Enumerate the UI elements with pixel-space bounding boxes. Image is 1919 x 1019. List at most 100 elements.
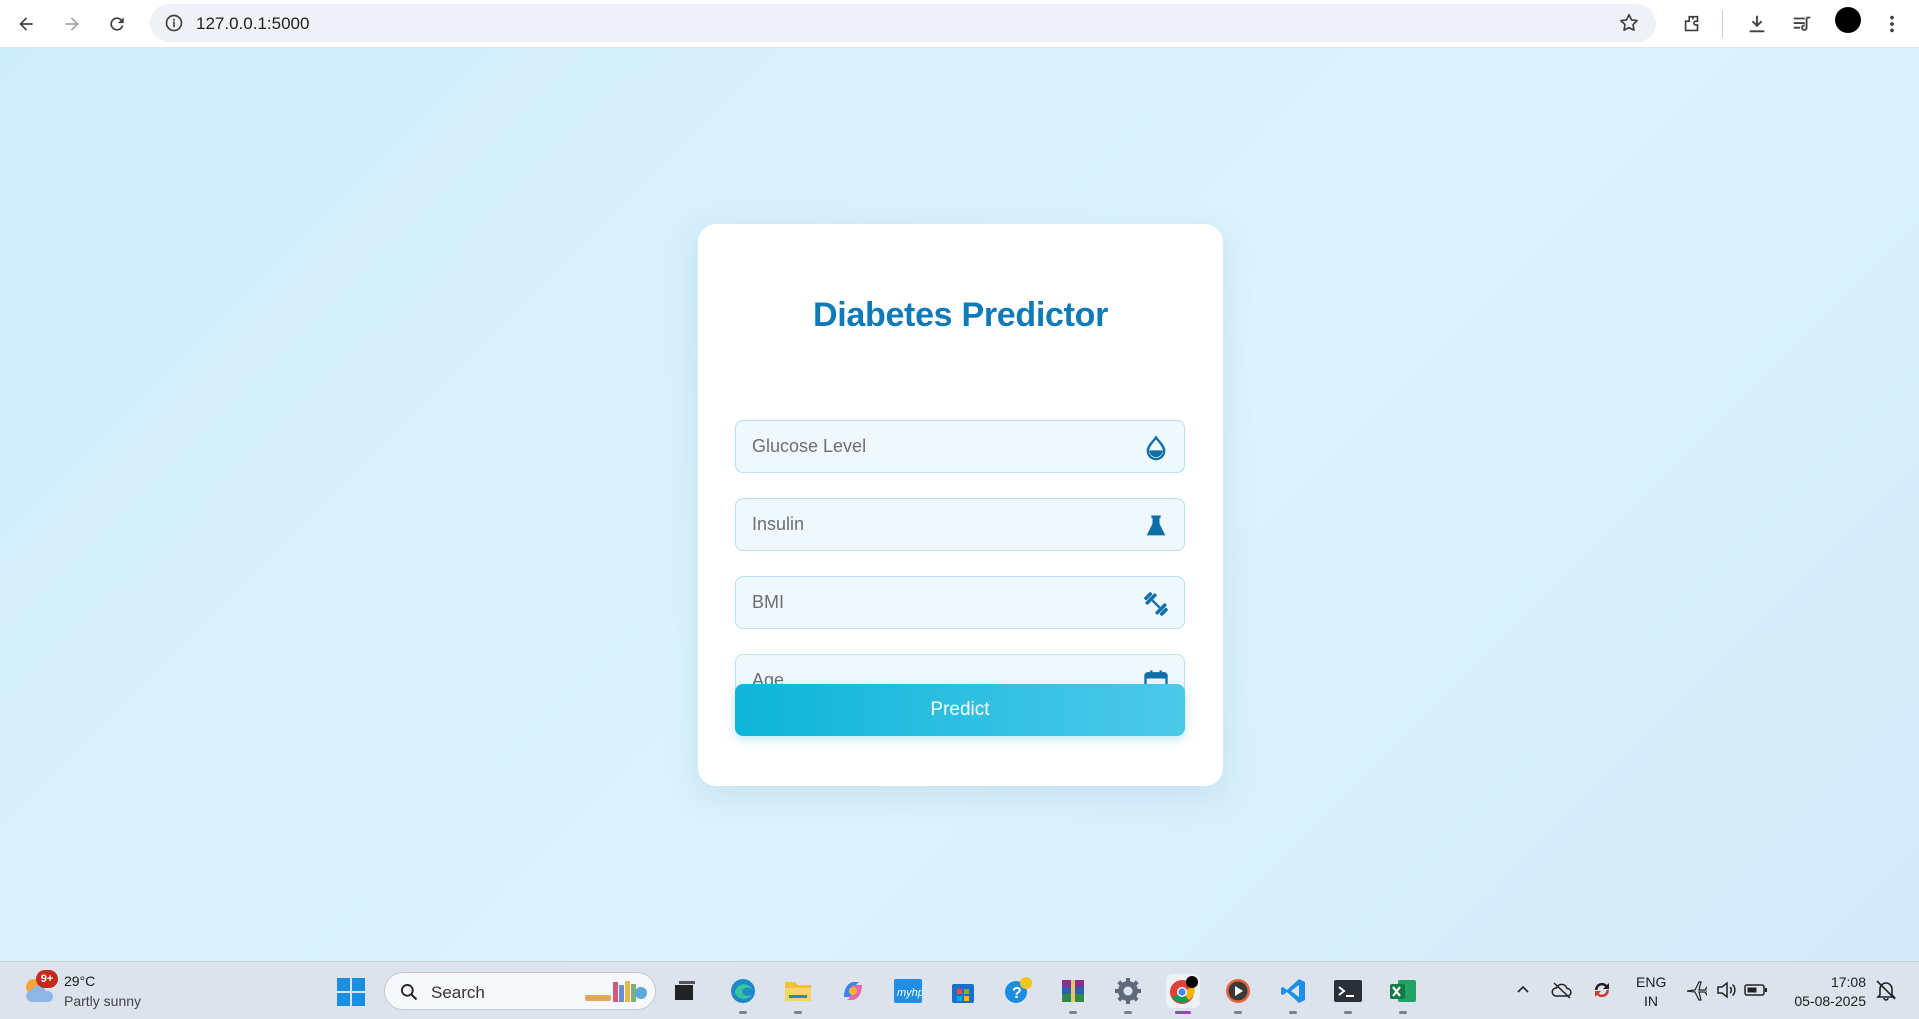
taskbar-edge[interactable]: [726, 974, 760, 1014]
sync-icon: [1594, 982, 1610, 998]
running-indicator: [1234, 1011, 1242, 1014]
more-menu-button[interactable]: [1876, 8, 1908, 40]
edge-icon: [731, 979, 755, 1003]
running-indicator: [739, 1011, 747, 1014]
battery-icon: [1744, 984, 1767, 996]
insulin-input[interactable]: [736, 499, 1184, 550]
bmi-field[interactable]: [735, 576, 1185, 629]
more-menu-icon: [1890, 15, 1894, 33]
taskbar-chrome[interactable]: [1166, 974, 1200, 1014]
windows-start-icon[interactable]: [336, 977, 366, 1007]
toolbar-divider: [1722, 10, 1723, 38]
predict-button[interactable]: Predict: [735, 684, 1185, 736]
input-language[interactable]: ENG IN: [1636, 973, 1666, 1011]
chevron-up-icon: [1517, 985, 1529, 993]
glucose-input[interactable]: [736, 421, 1184, 472]
taskbar-excel[interactable]: [1386, 974, 1420, 1014]
show-hidden-icons-button[interactable]: [1511, 978, 1535, 1002]
media-controls-icon: [1793, 16, 1811, 31]
weather-temperature: 29°C: [64, 973, 96, 989]
glucose-field[interactable]: [735, 420, 1185, 473]
download-icon: [1749, 15, 1765, 33]
file-explorer-icon: [785, 982, 811, 1001]
airplane-mode-button[interactable]: [1684, 978, 1708, 1002]
running-indicator: [1289, 1011, 1297, 1014]
running-indicator: [1175, 1011, 1191, 1014]
language-code: ENG: [1636, 974, 1667, 990]
notification-badge: 9+: [36, 970, 58, 988]
help-icon: ?: [1005, 977, 1032, 1003]
taskbar-terminal[interactable]: [1331, 974, 1365, 1014]
profile-avatar[interactable]: [1835, 7, 1861, 33]
reload-button[interactable]: [99, 6, 135, 42]
store-icon: [952, 984, 974, 1003]
notification-bell-icon: [1876, 980, 1896, 1001]
taskbar-copilot[interactable]: [836, 974, 870, 1008]
bookmark-star-icon[interactable]: [1618, 12, 1640, 34]
taskbar-myhp[interactable]: myhp: [891, 974, 925, 1008]
back-icon: [19, 17, 33, 31]
running-indicator: [1399, 1011, 1407, 1014]
flask-icon: [1146, 515, 1166, 536]
battery-button[interactable]: [1744, 978, 1768, 1002]
page-background: Diabetes Predictor Glucose Level Insulin…: [0, 48, 1919, 961]
clock-date: 05-08-2025: [1794, 993, 1866, 1009]
dumbbell-icon: [1144, 592, 1168, 616]
taskbar-help[interactable]: ?: [1001, 974, 1035, 1008]
downloads-button[interactable]: [1741, 8, 1773, 40]
running-indicator: [1124, 1011, 1132, 1014]
weather-description: Partly sunny: [64, 993, 142, 1009]
site-info-icon[interactable]: [164, 13, 184, 33]
address-bar[interactable]: 127.0.0.1:5000: [150, 4, 1656, 42]
excel-icon: [1390, 980, 1416, 1002]
svg-text:myhp: myhp: [897, 987, 923, 999]
taskbar: 9+ 29°C Partly sunny Search myhp ? ENG I…: [0, 961, 1919, 1019]
page-title: Diabetes Predictor: [812, 296, 1109, 334]
search-label: Search: [431, 983, 485, 1002]
clock-time: 17:08: [1830, 974, 1866, 990]
running-indicator: [1344, 1011, 1352, 1014]
cloud-offline-icon: [1551, 982, 1572, 999]
taskbar-store[interactable]: [946, 974, 980, 1008]
taskbar-file-explorer[interactable]: [781, 974, 815, 1014]
predictor-card: Diabetes Predictor Glucose Level Insulin…: [698, 224, 1223, 786]
system-clock[interactable]: 17:08 05-08-2025: [1786, 973, 1866, 1011]
search-highlight-icon: [585, 981, 647, 1002]
forward-button[interactable]: [54, 6, 90, 42]
task-view-button[interactable]: [668, 974, 702, 1008]
running-indicator: [794, 1011, 802, 1014]
extensions-icon: [1684, 15, 1699, 32]
taskbar-winrar[interactable]: [1056, 974, 1090, 1014]
bmi-input[interactable]: [736, 577, 1184, 628]
terminal-icon: [1334, 980, 1362, 1002]
insulin-field[interactable]: [735, 498, 1185, 551]
task-view-icon: [675, 981, 695, 1000]
svg-text:?: ?: [1012, 985, 1022, 1002]
winrar-icon: [1062, 980, 1084, 1002]
settings-icon: [1115, 978, 1141, 1004]
sync-button[interactable]: [1590, 978, 1614, 1002]
running-indicator: [1069, 1011, 1077, 1014]
taskbar-media-player[interactable]: [1221, 974, 1255, 1014]
url-text[interactable]: 127.0.0.1:5000: [196, 14, 309, 34]
copilot-icon: [844, 982, 862, 1000]
chrome-icon: [1170, 976, 1198, 1004]
onedrive-button[interactable]: [1550, 978, 1574, 1002]
media-player-icon: [1226, 979, 1250, 1003]
vscode-icon: [1281, 979, 1305, 1003]
myhp-icon: myhp: [894, 979, 923, 1003]
browser-toolbar: 127.0.0.1:5000: [0, 0, 1919, 48]
reload-icon: [110, 17, 124, 31]
forward-icon: [65, 17, 79, 31]
media-controls-button[interactable]: [1786, 8, 1818, 40]
volume-button[interactable]: [1714, 978, 1738, 1002]
back-button[interactable]: [8, 6, 44, 42]
region-code: IN: [1644, 993, 1658, 1009]
taskbar-settings[interactable]: [1111, 974, 1145, 1014]
extensions-button[interactable]: [1676, 8, 1708, 40]
taskbar-search[interactable]: Search: [384, 972, 656, 1010]
volume-icon: [1717, 981, 1736, 999]
taskbar-vscode[interactable]: [1276, 974, 1310, 1014]
notification-center-button[interactable]: [1874, 978, 1898, 1002]
airplane-icon: [1686, 981, 1707, 1001]
